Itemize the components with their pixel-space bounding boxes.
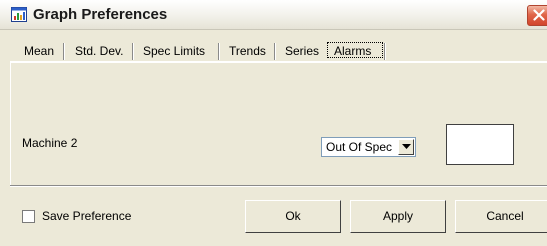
tab-label: Spec Limits <box>143 44 206 58</box>
machine-label: Machine 2 <box>22 136 78 150</box>
tab-label: Trends <box>229 44 266 58</box>
dropdown-button[interactable] <box>398 139 414 155</box>
apply-button[interactable]: Apply <box>350 200 446 233</box>
tab-label: Mean <box>24 44 55 58</box>
tab-label: Alarms <box>334 44 372 58</box>
alarm-type-select[interactable]: Out Of Spec <box>321 137 416 157</box>
graph-app-icon <box>11 7 27 22</box>
chevron-down-icon <box>402 144 411 149</box>
close-button[interactable] <box>527 5 547 26</box>
tab-std-dev[interactable]: Std. Dev. <box>66 40 134 62</box>
save-preference-checkbox[interactable] <box>22 210 35 223</box>
tab-spec-limits[interactable]: Spec Limits <box>135 40 220 62</box>
cancel-button[interactable]: Cancel <box>455 200 547 233</box>
tab-label: Series <box>285 44 320 58</box>
graph-preferences-dialog: Graph Preferences Mean Std. Dev. Spec Li… <box>0 0 547 246</box>
alarm-color-box[interactable] <box>446 124 514 165</box>
footer-divider <box>10 185 547 187</box>
alarm-type-value: Out Of Spec <box>326 140 393 154</box>
save-preference-label: Save Preference <box>42 209 132 223</box>
tab-alarms[interactable]: Alarms <box>326 40 386 62</box>
tab-label: Std. Dev. <box>75 44 124 58</box>
ok-button[interactable]: Ok <box>245 200 341 233</box>
window-title: Graph Preferences <box>33 6 168 23</box>
tab-mean[interactable]: Mean <box>14 40 65 62</box>
title-bar[interactable]: Graph Preferences <box>0 0 547 30</box>
tab-trends[interactable]: Trends <box>221 40 276 62</box>
tab-series[interactable]: Series <box>277 40 325 62</box>
